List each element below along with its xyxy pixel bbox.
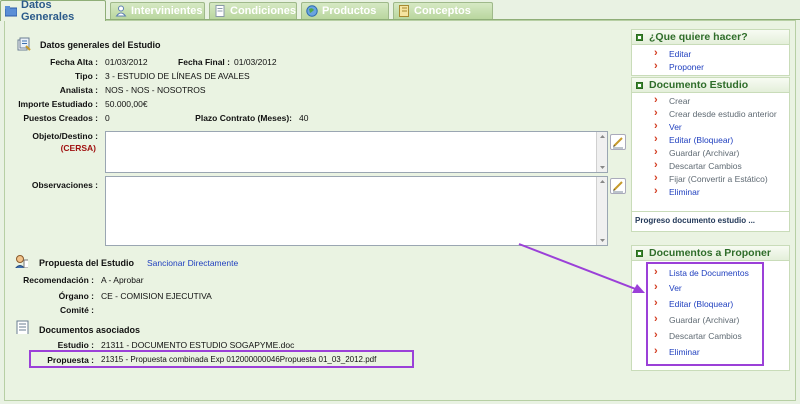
folder-icon xyxy=(4,5,18,17)
tab-datos-generales[interactable]: Datos Generales xyxy=(0,0,106,23)
annotation-arrow xyxy=(518,243,645,293)
